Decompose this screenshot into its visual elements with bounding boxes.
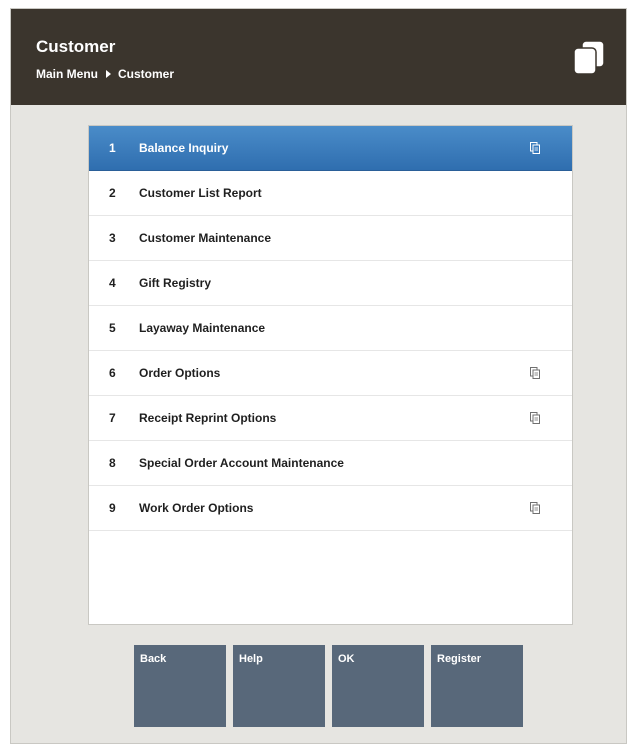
menu-item-gift-registry[interactable]: 4 Gift Registry — [89, 261, 572, 306]
submenu-icon — [530, 502, 540, 514]
menu-item-label: Order Options — [139, 366, 221, 380]
app-frame: Customer Main Menu Customer 1 Balance In… — [10, 8, 627, 744]
menu-list: 1 Balance Inquiry 2 Customer List Report… — [88, 125, 573, 625]
menu-item-number: 8 — [109, 456, 116, 470]
menu-item-number: 1 — [109, 141, 116, 155]
menu-item-layaway-maintenance[interactable]: 5 Layaway Maintenance — [89, 306, 572, 351]
help-button[interactable]: Help — [233, 645, 325, 727]
menu-item-number: 5 — [109, 321, 116, 335]
breadcrumb-arrow-icon — [106, 70, 111, 78]
register-button[interactable]: Register — [431, 645, 523, 727]
menu-item-number: 6 — [109, 366, 116, 380]
menu-item-number: 2 — [109, 186, 116, 200]
menu-item-work-order-options[interactable]: 9 Work Order Options — [89, 486, 572, 531]
menu-item-number: 3 — [109, 231, 116, 245]
menu-item-receipt-reprint-options[interactable]: 7 Receipt Reprint Options — [89, 396, 572, 441]
menu-item-number: 7 — [109, 411, 116, 425]
submenu-icon — [530, 367, 540, 379]
breadcrumb-main-menu[interactable]: Main Menu — [36, 67, 98, 81]
menu-item-label: Customer Maintenance — [139, 231, 272, 245]
breadcrumb-customer: Customer — [118, 67, 175, 81]
menu-item-label: Layaway Maintenance — [139, 321, 266, 335]
back-button[interactable]: Back — [134, 645, 226, 727]
menu-item-label: Receipt Reprint Options — [139, 411, 277, 425]
menu-item-balance-inquiry[interactable]: 1 Balance Inquiry — [89, 126, 572, 171]
windows-stack-icon — [573, 40, 605, 75]
page-title: Customer — [36, 37, 116, 56]
menu-item-special-order-account-maintenance[interactable]: 8 Special Order Account Maintenance — [89, 441, 572, 486]
menu-item-label: Special Order Account Maintenance — [139, 456, 344, 470]
menu-item-number: 9 — [109, 501, 116, 515]
submenu-icon — [530, 412, 540, 424]
breadcrumb: Main Menu Customer — [36, 67, 174, 81]
menu-item-number: 4 — [109, 276, 116, 290]
submenu-icon — [530, 142, 540, 154]
menu-item-label: Customer List Report — [139, 186, 262, 200]
menu-item-customer-maintenance[interactable]: 3 Customer Maintenance — [89, 216, 572, 261]
menu-item-label: Gift Registry — [139, 276, 212, 290]
menu-item-label: Work Order Options — [139, 501, 254, 515]
menu-item-order-options[interactable]: 6 Order Options — [89, 351, 572, 396]
ok-button[interactable]: OK — [332, 645, 424, 727]
menu-item-customer-list-report[interactable]: 2 Customer List Report — [89, 171, 572, 216]
menu-item-label: Balance Inquiry — [139, 141, 229, 155]
header-bar: Customer Main Menu Customer — [11, 9, 626, 105]
